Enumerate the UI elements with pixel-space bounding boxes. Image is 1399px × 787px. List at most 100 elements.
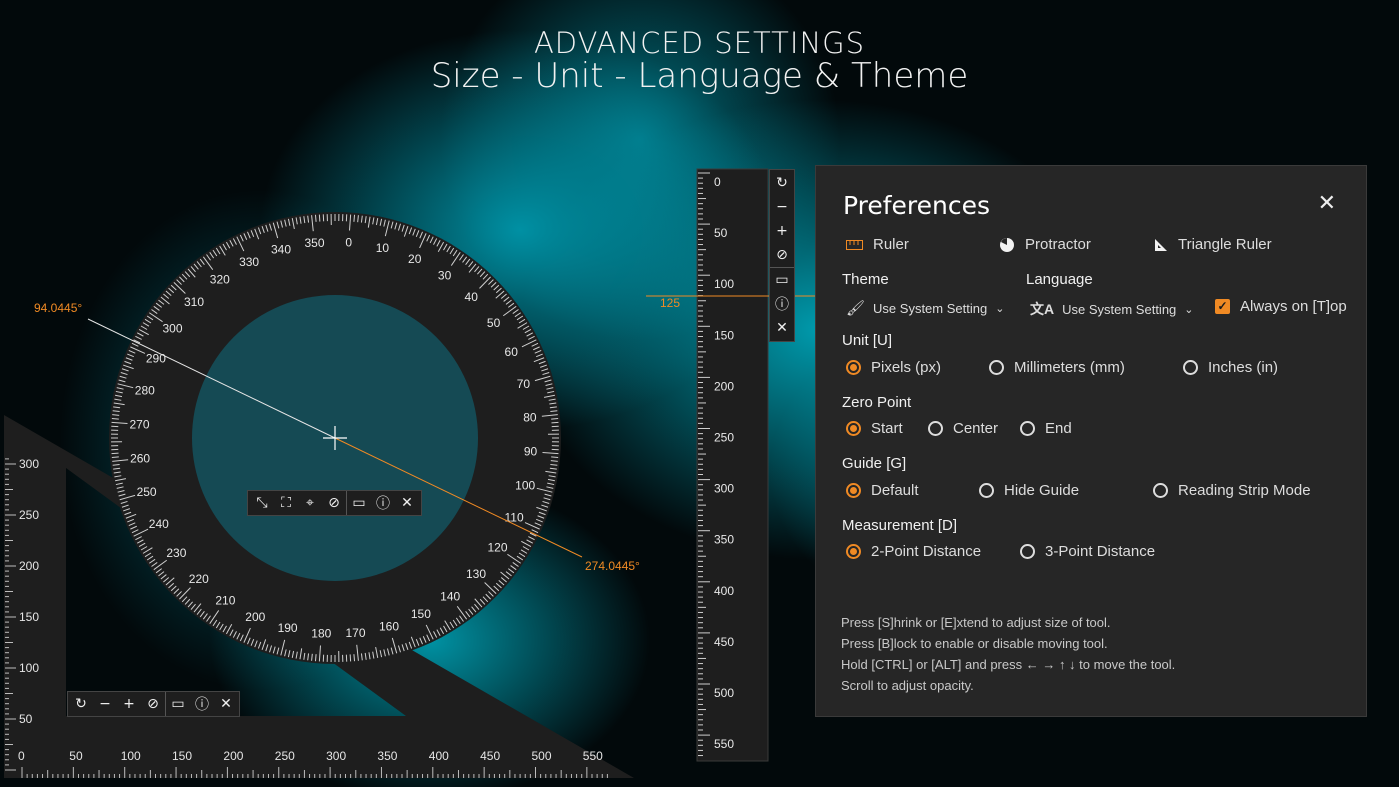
zero-option-label: Start xyxy=(871,420,903,437)
info-icon: ⓘ xyxy=(376,496,390,512)
block-button[interactable]: ⊘ xyxy=(322,491,346,515)
block-icon: ⊘ xyxy=(328,495,340,511)
protractor-label: 190 xyxy=(278,621,298,635)
tool-ruler-option[interactable]: Ruler xyxy=(846,236,909,253)
angle-readout-b: 274.0445° xyxy=(585,559,640,573)
unit-option-px[interactable]: Pixels (px) xyxy=(846,359,941,376)
protractor-label: 310 xyxy=(184,295,204,309)
radio-selected-icon xyxy=(846,360,861,375)
guide-option-default[interactable]: Default xyxy=(846,482,919,499)
always-on-top-checkbox[interactable]: ✓ Always on [T]op xyxy=(1215,298,1347,315)
close-button[interactable]: ✕ xyxy=(770,316,794,340)
info-icon: ⓘ xyxy=(775,297,789,313)
protractor-label: 50 xyxy=(487,316,501,330)
unit-option-label: Millimeters (mm) xyxy=(1014,359,1125,376)
triangle-ruler-x-label: 500 xyxy=(532,749,552,763)
crosshair-button[interactable]: ⌖ xyxy=(298,491,322,515)
minus-button[interactable]: − xyxy=(93,692,117,716)
protractor-tick xyxy=(353,214,356,222)
protractor-label: 20 xyxy=(408,252,422,266)
close-icon: ✕ xyxy=(401,495,413,511)
ruler-button[interactable]: ▭ xyxy=(166,692,190,716)
unit-option-label: Inches (in) xyxy=(1208,359,1279,376)
ruler-guide-value: 125 xyxy=(660,296,680,310)
vertical-ruler[interactable] xyxy=(696,168,769,762)
ruler-button[interactable]: ▭ xyxy=(770,268,794,292)
tool-protractor-option[interactable]: Protractor xyxy=(999,236,1091,253)
block-button[interactable]: ⊘ xyxy=(770,243,794,267)
protractor-label: 130 xyxy=(466,567,486,581)
extend-button[interactable]: ⛶ xyxy=(274,491,298,515)
vertical-ruler-label: 200 xyxy=(714,379,734,393)
unit-option-mm[interactable]: Millimeters (mm) xyxy=(989,359,1125,376)
unit-option-in[interactable]: Inches (in) xyxy=(1183,359,1278,376)
protractor-label: 350 xyxy=(304,236,324,250)
zero-option-center[interactable]: Center xyxy=(928,420,998,437)
tool-triangle-ruler-label: Triangle Ruler xyxy=(1178,236,1272,253)
shrink-button[interactable]: ⤡ xyxy=(250,491,274,515)
crosshair-icon: ⌖ xyxy=(306,495,314,511)
angle-readout-a: 94.0445° xyxy=(34,301,82,315)
protractor-label: 210 xyxy=(215,594,235,608)
triangle-ruler-y-label: 150 xyxy=(19,610,39,624)
protractor-tick xyxy=(111,417,119,420)
radio-icon xyxy=(1183,360,1198,375)
guide-option-hide[interactable]: Hide Guide xyxy=(979,482,1079,499)
triangle-ruler-x-label: 450 xyxy=(480,749,500,763)
measurement-option-2point[interactable]: 2-Point Distance xyxy=(846,543,981,560)
language-select[interactable]: 文A Use System Setting ⌄ xyxy=(1030,299,1194,319)
info-button[interactable]: ⓘ xyxy=(770,292,794,316)
radio-icon xyxy=(928,421,943,436)
plus-button[interactable]: + xyxy=(117,692,141,716)
protractor-label: 270 xyxy=(129,417,149,431)
info-button[interactable]: ⓘ xyxy=(190,692,214,716)
vertical-ruler-label: 250 xyxy=(714,431,734,445)
close-button[interactable]: ✕ xyxy=(395,491,419,515)
protractor-tick xyxy=(551,456,559,459)
zero-option-label: End xyxy=(1045,420,1072,437)
protractor-label: 120 xyxy=(487,541,507,555)
tool-triangle-ruler-option[interactable]: Triangle Ruler xyxy=(1154,236,1272,253)
block-button[interactable]: ⊘ xyxy=(141,692,165,716)
radio-icon xyxy=(1153,483,1168,498)
extend-icon: ⛶ xyxy=(281,495,291,511)
ruler-icon: ▭ xyxy=(171,696,185,712)
protractor-label: 110 xyxy=(505,511,524,525)
info-button[interactable]: ⓘ xyxy=(371,491,395,515)
protractor-label: 140 xyxy=(440,590,460,604)
zero-option-label: Center xyxy=(953,420,999,437)
zero-option-start[interactable]: Start xyxy=(846,420,903,437)
theme-select[interactable]: 🖌 Use System Setting ⌄ xyxy=(846,299,1004,317)
ruler-button[interactable]: ▭ xyxy=(347,491,371,515)
triangle-ruler-x-label: 150 xyxy=(172,749,192,763)
minus-button[interactable]: − xyxy=(770,195,794,219)
close-button[interactable]: ✕ xyxy=(214,692,238,716)
measurement-option-label: 2-Point Distance xyxy=(871,543,982,560)
rotate-button[interactable]: ↻ xyxy=(69,692,93,716)
protractor-label: 230 xyxy=(166,546,186,560)
triangle-ruler-x-label: 400 xyxy=(429,749,449,763)
rotate-button[interactable]: ↻ xyxy=(770,171,794,195)
protractor-tick xyxy=(314,214,317,222)
tool-protractor-label: Protractor xyxy=(1025,236,1091,253)
ruler-icon: ▭ xyxy=(775,272,789,288)
triangle-ruler-y-label: 50 xyxy=(19,712,33,726)
measurement-option-3point[interactable]: 3-Point Distance xyxy=(1020,543,1155,560)
close-icon: ✕ xyxy=(1317,190,1336,215)
protractor-label: 80 xyxy=(523,411,537,425)
protractor-label: 180 xyxy=(311,627,331,641)
chevron-down-icon: ⌄ xyxy=(995,302,1005,315)
zero-option-end[interactable]: End xyxy=(1020,420,1072,437)
protractor-label: 150 xyxy=(411,607,431,621)
triangle-ruler-x-label: 350 xyxy=(377,749,397,763)
triangle-ruler-x-label: 550 xyxy=(583,749,603,763)
radio-icon xyxy=(1020,421,1035,436)
guide-option-reading-strip[interactable]: Reading Strip Mode xyxy=(1153,482,1311,499)
language-value: Use System Setting xyxy=(1062,301,1177,317)
plus-button[interactable]: + xyxy=(770,219,794,243)
guide-option-label: Reading Strip Mode xyxy=(1178,482,1311,499)
protractor-label: 0 xyxy=(345,236,352,250)
minus-icon: − xyxy=(99,696,111,712)
vertical-ruler-label: 350 xyxy=(714,533,734,547)
close-preferences-button[interactable]: ✕ xyxy=(1318,190,1336,216)
